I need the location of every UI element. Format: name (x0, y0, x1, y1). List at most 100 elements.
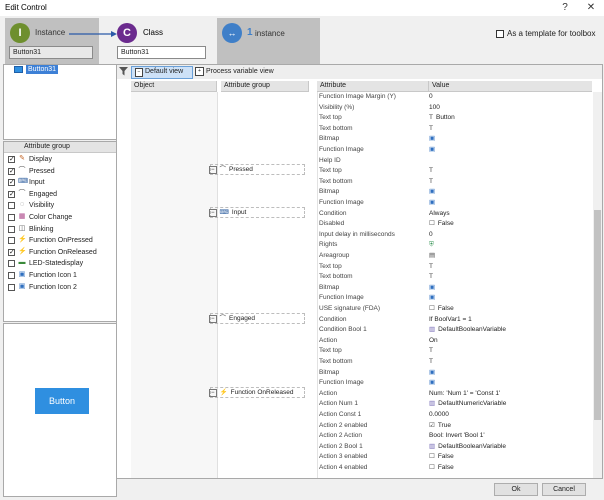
property-value[interactable]: 0 (429, 92, 433, 103)
property-row[interactable]: Condition Bool 1 ▥ DefaultBooleanVariable (317, 325, 595, 336)
template-checkbox[interactable] (496, 30, 504, 38)
property-value[interactable]: ▤ (429, 251, 438, 262)
property-value[interactable]: Num: 'Num 1' = 'Const 1' (429, 389, 500, 400)
group-label[interactable]: − ⌨ Input (209, 206, 305, 218)
property-value[interactable]: 100 (429, 103, 440, 114)
property-row[interactable]: Bitmap ▣ (317, 134, 595, 145)
property-value[interactable]: ☐ False (429, 452, 454, 463)
property-value[interactable]: ☑ True (429, 421, 451, 432)
unchecked-checkbox[interactable] (8, 272, 15, 279)
property-value[interactable]: T Button (429, 113, 455, 124)
cancel-button[interactable]: Cancel (542, 483, 586, 496)
property-value[interactable]: ☐ False (429, 304, 454, 315)
property-row[interactable]: Text top T (317, 346, 595, 357)
property-row[interactable]: Condition If BoolVar1 = 1 (317, 315, 595, 326)
property-row[interactable]: Help ID (317, 156, 595, 167)
property-row[interactable]: Text bottom T (317, 177, 595, 188)
attribute-group-item[interactable]: ✓ ⌒ Engaged (4, 189, 118, 201)
property-row[interactable]: Action Num: 'Num 1' = 'Const 1' (317, 389, 595, 400)
property-row[interactable]: Text bottom T (317, 357, 595, 368)
tree-item-button31[interactable]: Button31 (26, 65, 59, 74)
property-row[interactable]: Bitmap ▣ (317, 187, 595, 198)
collapse-icon[interactable]: − (209, 388, 217, 397)
property-row[interactable]: Visibility (%) 100 (317, 103, 595, 114)
property-value[interactable]: ▣ (429, 134, 438, 145)
property-value[interactable]: Bool: Invert 'Bool 1' (429, 431, 485, 442)
instances-chip[interactable]: ↔ 1 instance (217, 18, 320, 64)
property-value[interactable]: T (429, 124, 436, 135)
property-value[interactable]: ▣ (429, 198, 438, 209)
property-value[interactable]: ▥ DefaultBooleanVariable (429, 325, 506, 336)
process-view-tab[interactable]: + Process variable view (195, 66, 295, 77)
property-row[interactable]: Action Const 1 0.0000 (317, 410, 595, 421)
property-row[interactable]: Bitmap ▣ (317, 283, 595, 294)
preview-button[interactable]: Button (35, 388, 89, 414)
property-value[interactable]: T (429, 346, 436, 357)
filter-icon[interactable] (119, 67, 128, 76)
attribute-group-item[interactable]: ✓ ⌒ Pressed (4, 166, 118, 178)
attribute-group-item[interactable]: ✓ ✎ Display (4, 154, 118, 166)
property-row[interactable]: Input delay in milliseconds 0 (317, 230, 595, 241)
property-value[interactable]: ▣ (429, 378, 438, 389)
property-row[interactable]: Function Image ▣ (317, 198, 595, 209)
property-value[interactable]: ▣ (429, 187, 438, 198)
checked-checkbox[interactable]: ✓ (8, 179, 15, 187)
property-value[interactable]: T (429, 272, 436, 283)
unchecked-checkbox[interactable] (8, 283, 15, 291)
property-value[interactable]: ▣ (429, 283, 438, 294)
column-object[interactable]: Object (131, 81, 217, 92)
property-row[interactable]: Action On (317, 336, 595, 347)
attribute-group-item[interactable]: ◌ Visibility (4, 200, 118, 212)
property-value[interactable]: On (429, 336, 438, 347)
property-row[interactable]: Bitmap ▣ (317, 368, 595, 379)
property-value[interactable]: ▣ (429, 368, 438, 379)
property-value[interactable]: ☐ False (429, 219, 454, 230)
property-row[interactable]: Action 2 enabled ☑ True (317, 421, 595, 432)
property-value[interactable]: If BoolVar1 = 1 (429, 315, 472, 326)
property-row[interactable]: Text bottom T (317, 124, 595, 135)
attribute-group-item[interactable]: ✓ ⌨ Input (4, 177, 118, 189)
instance-name-field[interactable]: Button31 (9, 46, 93, 59)
property-value[interactable]: 0 (429, 230, 433, 241)
property-value[interactable]: ▣ (429, 145, 438, 156)
checked-checkbox[interactable]: ✓ (8, 167, 15, 175)
property-value[interactable]: ▥ DefaultNumericVariable (429, 399, 506, 410)
unchecked-checkbox[interactable] (8, 225, 15, 233)
checked-checkbox[interactable]: ✓ (8, 156, 15, 163)
unchecked-checkbox[interactable] (8, 202, 15, 210)
group-label[interactable]: − ⚡ Function OnReleased (209, 386, 305, 398)
attribute-group-item[interactable]: ⚡ Function OnPressed (4, 235, 118, 247)
property-row[interactable]: Action 2 Action Bool: Invert 'Bool 1' (317, 431, 595, 442)
property-value[interactable]: T (429, 177, 436, 188)
column-attribute-group[interactable]: Attribute group (221, 81, 309, 92)
ok-button[interactable]: Ok (494, 483, 538, 496)
attribute-group-item[interactable]: ◫ Blinking (4, 224, 118, 236)
property-row[interactable]: Action 3 enabled ☐ False (317, 452, 595, 463)
property-row[interactable]: Areagroup ▤ (317, 251, 595, 262)
property-row[interactable]: Rights ⛨ (317, 240, 595, 251)
property-row[interactable]: Action 2 Bool 1 ▥ DefaultBooleanVariable (317, 442, 595, 453)
vertical-scrollbar[interactable] (593, 92, 602, 478)
default-view-tab[interactable]: − Default view (131, 66, 193, 79)
checked-checkbox[interactable]: ✓ (8, 248, 15, 256)
column-value[interactable]: Value (429, 81, 592, 92)
group-label[interactable]: − ⌒ Engaged (209, 312, 305, 324)
property-row[interactable]: Function Image ▣ (317, 145, 595, 156)
property-value[interactable]: Always (429, 209, 450, 220)
unchecked-checkbox[interactable] (8, 260, 15, 268)
property-row[interactable]: Text top T Button (317, 113, 595, 124)
property-row[interactable]: USE signature (FDA) ☐ False (317, 304, 595, 315)
collapse-icon[interactable]: − (209, 208, 217, 217)
property-value[interactable]: ▥ DefaultBooleanVariable (429, 442, 506, 453)
property-value[interactable]: T (429, 357, 436, 368)
unchecked-checkbox[interactable] (8, 214, 15, 221)
property-value[interactable]: 0.0000 (429, 410, 449, 421)
attribute-group-item[interactable]: ✓ ⚡ Function OnReleased (4, 247, 118, 259)
checked-checkbox[interactable]: ✓ (8, 190, 15, 198)
scrollbar-thumb[interactable] (594, 210, 601, 420)
property-row[interactable]: Text top T (317, 262, 595, 273)
collapse-icon[interactable]: − (209, 314, 217, 323)
help-button[interactable]: ? (558, 1, 572, 14)
attribute-group-item[interactable]: ▬ LED-Statedisplay (4, 258, 118, 270)
property-row[interactable]: Disabled ☐ False (317, 219, 595, 230)
